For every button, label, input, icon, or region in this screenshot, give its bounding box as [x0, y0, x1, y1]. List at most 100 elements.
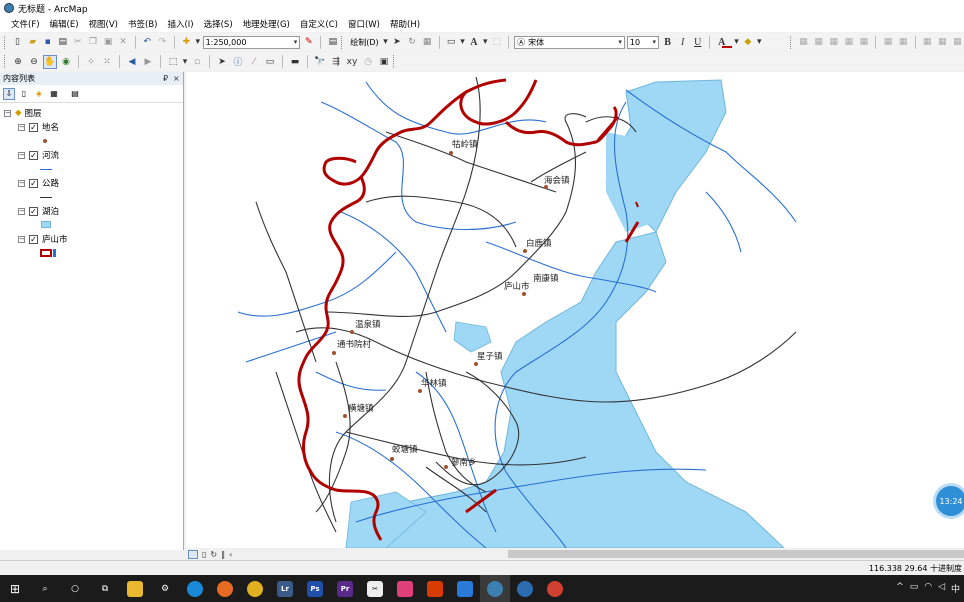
- settings-gear-icon[interactable]: ⚙: [150, 575, 180, 602]
- time-slider-icon[interactable]: ◷: [361, 55, 375, 69]
- toc-options-icon[interactable]: ▤: [69, 88, 81, 100]
- chevron-down-icon[interactable]: ▾: [734, 35, 740, 49]
- delete-icon[interactable]: ✕: [117, 35, 130, 49]
- app-icon[interactable]: [510, 575, 540, 602]
- menu-windows[interactable]: 窗口(W): [343, 18, 385, 30]
- full-extent-icon[interactable]: ◉: [59, 55, 73, 69]
- close-icon[interactable]: ×: [173, 74, 180, 83]
- font-size-select[interactable]: 10 ▾: [626, 35, 659, 49]
- undo-icon[interactable]: ↶: [141, 35, 154, 49]
- layout-tool-icon[interactable]: ▦: [881, 35, 894, 49]
- layout-tool-icon[interactable]: ▦: [936, 35, 949, 49]
- underline-button[interactable]: U: [691, 35, 704, 49]
- toolbar-grip[interactable]: [790, 35, 793, 49]
- pin-icon[interactable]: ₽: [163, 74, 168, 83]
- list-by-drawing-order-icon[interactable]: ⇩: [3, 87, 15, 100]
- go-to-xy-icon[interactable]: xy: [345, 55, 359, 69]
- layout-tool-icon[interactable]: ▦: [842, 35, 855, 49]
- file-explorer-icon[interactable]: [120, 575, 150, 602]
- map-scale-select[interactable]: 1:250,000 ▾: [202, 35, 301, 49]
- rectangle-icon[interactable]: ▭: [445, 35, 458, 49]
- forward-extent-icon[interactable]: ▶: [141, 55, 155, 69]
- find-route-icon[interactable]: ⇶: [329, 55, 343, 69]
- chevron-down-icon[interactable]: ▾: [482, 35, 488, 49]
- toolbar-grip[interactable]: [4, 35, 7, 49]
- hyperlink-icon[interactable]: ⁄: [247, 55, 261, 69]
- layout-tool-icon[interactable]: ▦: [897, 35, 910, 49]
- layer-visibility-checkbox[interactable]: ✓: [29, 234, 38, 244]
- menu-customize[interactable]: 自定义(C): [295, 18, 343, 30]
- list-by-source-icon[interactable]: ▯: [18, 88, 30, 100]
- app-icon[interactable]: [450, 575, 480, 602]
- table-of-contents-icon[interactable]: ▤: [326, 35, 339, 49]
- toolbar-grip[interactable]: [4, 55, 7, 68]
- layout-tool-icon[interactable]: ▦: [951, 35, 964, 49]
- menu-insert[interactable]: 插入(I): [162, 18, 198, 30]
- cut-icon[interactable]: ✂: [71, 35, 84, 49]
- data-view-icon[interactable]: [188, 549, 198, 559]
- refresh-icon[interactable]: ↻: [210, 550, 217, 559]
- font-name-select[interactable]: Ⓐ 宋体 ▾: [514, 35, 625, 49]
- floating-clock-badge[interactable]: 13:24: [936, 486, 964, 516]
- horizontal-scrollbar[interactable]: [508, 550, 964, 558]
- windows-start-icon[interactable]: ⊞: [0, 575, 30, 602]
- office-icon[interactable]: [420, 575, 450, 602]
- create-viewer-icon[interactable]: ▣: [377, 55, 391, 69]
- bold-button[interactable]: B: [661, 35, 674, 49]
- zoom-whole-page-icon[interactable]: ▦: [421, 35, 434, 49]
- layer-visibility-checkbox[interactable]: ✓: [29, 178, 38, 188]
- toc-layer-rivers[interactable]: − ✓ 河流: [18, 149, 59, 161]
- rotate-icon[interactable]: ↻: [405, 35, 418, 49]
- cortana-icon[interactable]: ○: [60, 575, 90, 602]
- toolbar-grip[interactable]: [393, 55, 396, 68]
- scroll-left-icon[interactable]: ‹: [229, 550, 232, 559]
- paste-icon[interactable]: ▣: [102, 35, 115, 49]
- wifi-icon[interactable]: ◠: [924, 582, 932, 595]
- new-document-icon[interactable]: ▯: [11, 35, 24, 49]
- app-icon[interactable]: ✂: [360, 575, 390, 602]
- layout-tool-icon[interactable]: ▦: [857, 35, 870, 49]
- fill-color-icon[interactable]: ◆: [741, 35, 754, 49]
- measure-icon[interactable]: ▬: [288, 55, 302, 69]
- chevron-down-icon[interactable]: ▾: [460, 35, 466, 49]
- layer-visibility-checkbox[interactable]: ✓: [29, 206, 38, 216]
- menu-selection[interactable]: 选择(S): [199, 18, 238, 30]
- layer-visibility-checkbox[interactable]: ✓: [29, 122, 38, 132]
- app-icon[interactable]: [390, 575, 420, 602]
- draw-menu-button[interactable]: 绘制(D): [348, 37, 380, 48]
- layout-tool-icon[interactable]: ▦: [921, 35, 934, 49]
- list-by-selection-icon[interactable]: ▦: [48, 88, 60, 100]
- editor-toolbar-icon[interactable]: ✎: [302, 35, 315, 49]
- redo-icon[interactable]: ↷: [156, 35, 169, 49]
- battery-icon[interactable]: ▭: [910, 582, 919, 595]
- select-elements-icon[interactable]: ➤: [215, 55, 229, 69]
- toc-layer-lakes[interactable]: − ✓ 湖泊: [18, 205, 59, 217]
- zoom-out-icon[interactable]: ⊖: [27, 55, 41, 69]
- toolbar-grip[interactable]: [341, 35, 344, 49]
- firefox-icon[interactable]: [210, 575, 240, 602]
- collapse-icon[interactable]: −: [18, 207, 25, 215]
- select-elements-icon[interactable]: ➤: [390, 35, 403, 49]
- save-icon[interactable]: ▪: [41, 35, 54, 49]
- identify-icon[interactable]: ⓘ: [231, 55, 245, 69]
- layout-tool-icon[interactable]: ▦: [812, 35, 825, 49]
- fixed-zoom-out-icon[interactable]: ⁙: [100, 55, 114, 69]
- print-icon[interactable]: ▤: [56, 35, 69, 49]
- collapse-icon[interactable]: −: [18, 235, 25, 243]
- italic-button[interactable]: I: [676, 35, 689, 49]
- chevron-down-icon[interactable]: ▾: [182, 55, 188, 69]
- pause-drawing-icon[interactable]: ‖: [221, 550, 225, 559]
- collapse-icon[interactable]: −: [18, 179, 25, 187]
- app-icon[interactable]: [540, 575, 570, 602]
- open-folder-icon[interactable]: ▰: [26, 35, 39, 49]
- menu-help[interactable]: 帮助(H): [385, 18, 425, 30]
- collapse-icon[interactable]: −: [18, 123, 25, 131]
- select-features-icon[interactable]: ⬚: [166, 55, 180, 69]
- chevron-up-icon[interactable]: ^: [896, 582, 904, 595]
- menu-edit[interactable]: 编辑(E): [45, 18, 84, 30]
- find-icon[interactable]: 🔭: [313, 55, 327, 69]
- pan-icon[interactable]: ✋: [43, 54, 57, 69]
- search-icon[interactable]: ⌕: [30, 575, 60, 602]
- toc-group-layers[interactable]: − ◆ 图层: [4, 107, 42, 119]
- task-view-icon[interactable]: ⧉: [90, 575, 120, 602]
